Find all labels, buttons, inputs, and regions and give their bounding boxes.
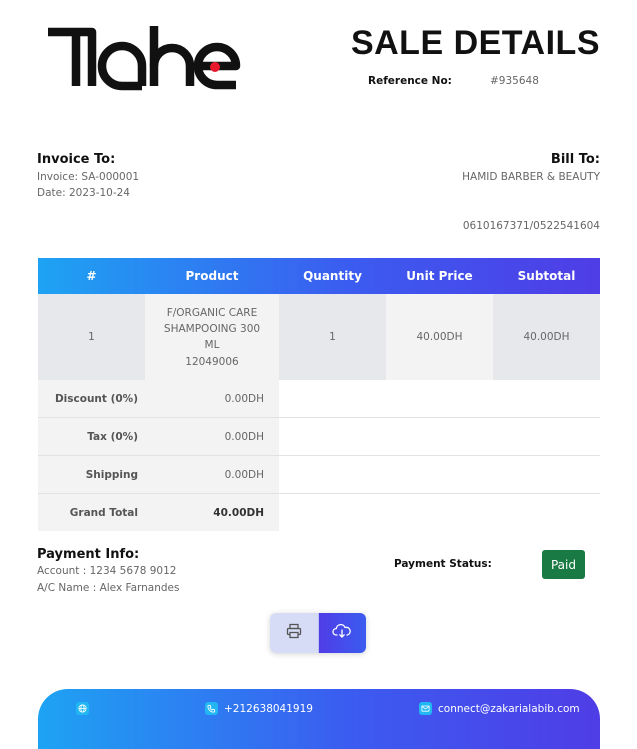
footer-email[interactable]: connect@zakarialabib.com xyxy=(419,702,580,715)
summary-row-tax: Tax (0%) 0.00DH xyxy=(38,418,600,456)
cell-unit-price: 40.00DH xyxy=(386,294,493,380)
footer-phone-text: +212638041919 xyxy=(224,702,313,715)
payment-info-heading: Payment Info: xyxy=(37,547,140,562)
grand-total-label: Grand Total xyxy=(38,494,145,531)
footer-website[interactable] xyxy=(76,702,95,715)
cell-subtotal: 40.00DH xyxy=(493,294,600,380)
totals-summary: Discount (0%) 0.00DH Tax (0%) 0.00DH Shi… xyxy=(38,380,600,531)
bill-to-phone: 0610167371/0522541604 xyxy=(462,220,600,232)
shipping-label: Shipping xyxy=(38,456,145,493)
phone-icon xyxy=(205,702,218,715)
download-button[interactable] xyxy=(318,613,366,653)
tax-value: 0.00DH xyxy=(145,418,279,455)
payment-account-name: A/C Name : Alex Farnandes xyxy=(37,582,180,594)
summary-row-grand-total: Grand Total 40.00DH xyxy=(38,494,600,531)
summary-row-discount: Discount (0%) 0.00DH xyxy=(38,380,600,418)
cell-number: 1 xyxy=(38,294,145,380)
column-header-subtotal: Subtotal xyxy=(517,269,576,283)
reference-value: #935648 xyxy=(490,75,539,87)
invoice-number: Invoice: SA-000001 xyxy=(37,171,140,183)
discount-value: 0.00DH xyxy=(145,380,279,417)
invoice-date: Date: 2023-10-24 xyxy=(37,187,130,199)
footer-bar: +212638041919 connect@zakarialabib.com xyxy=(38,689,600,749)
table-row: 1 F/ORGANIC CARE SHAMPOOING 300 ML 12049… xyxy=(38,294,600,380)
cell-product: F/ORGANIC CARE SHAMPOOING 300 ML 1204900… xyxy=(145,294,279,380)
discount-label: Discount (0%) xyxy=(38,380,145,417)
cloud-download-icon xyxy=(332,623,352,643)
footer-email-text: connect@zakarialabib.com xyxy=(438,702,580,715)
grand-total-value: 40.00DH xyxy=(145,494,279,531)
table-header: # Product Quantity Unit Price Subtotal xyxy=(38,258,600,294)
items-table: # Product Quantity Unit Price Subtotal 1… xyxy=(38,258,600,380)
footer-phone[interactable]: +212638041919 xyxy=(205,702,313,715)
column-header-unit-price: Unit Price xyxy=(406,269,473,283)
invoice-to-heading: Invoice To: xyxy=(37,152,116,167)
action-button-group xyxy=(270,613,366,653)
bill-to-name: HAMID BARBER & BEAUTY xyxy=(462,171,600,183)
brand-logo xyxy=(46,22,242,94)
payment-account: Account : 1234 5678 9012 xyxy=(37,565,177,577)
status-badge: Paid xyxy=(542,550,585,579)
cell-quantity: 1 xyxy=(279,294,386,380)
reference-label: Reference No: xyxy=(368,75,452,87)
printer-icon xyxy=(286,623,302,643)
payment-status-label: Payment Status: xyxy=(394,558,492,570)
product-code: 12049006 xyxy=(185,355,239,368)
product-name-line3: ML xyxy=(204,338,220,351)
tax-label: Tax (0%) xyxy=(38,418,145,455)
summary-row-shipping: Shipping 0.00DH xyxy=(38,456,600,494)
mail-icon xyxy=(419,702,432,715)
page-title: SALE DETAILS xyxy=(350,24,600,62)
print-button[interactable] xyxy=(270,613,319,653)
column-header-quantity: Quantity xyxy=(303,269,362,283)
shipping-value: 0.00DH xyxy=(145,456,279,493)
globe-icon xyxy=(76,702,89,715)
product-name-line1: F/ORGANIC CARE xyxy=(166,306,258,319)
column-header-product: Product xyxy=(185,269,239,283)
bill-to-heading: Bill To: xyxy=(550,152,600,167)
column-header-number: # xyxy=(86,269,97,283)
product-name-line2: SHAMPOOING 300 xyxy=(163,322,261,335)
